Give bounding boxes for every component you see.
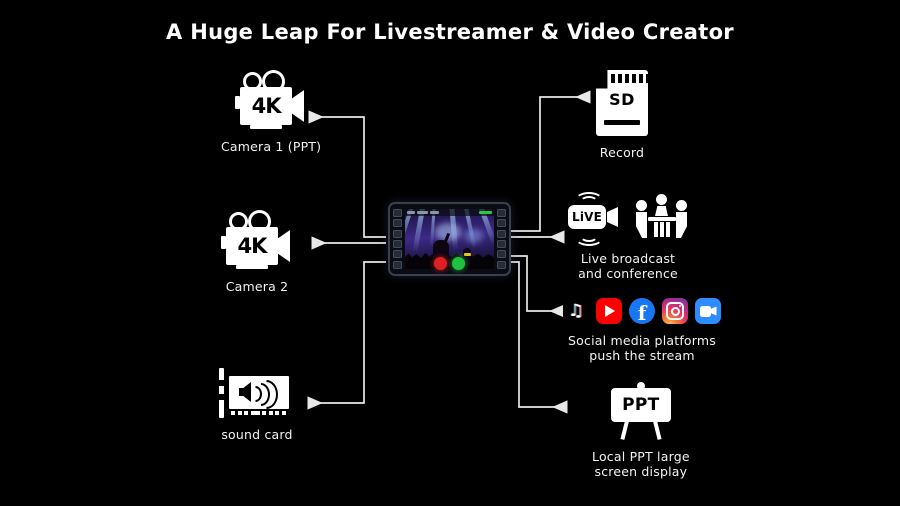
video-switcher-monitor[interactable] xyxy=(388,202,511,276)
card-bracket xyxy=(219,368,224,418)
crowd-silhouette xyxy=(405,251,494,269)
presentation-board-icon: PPT xyxy=(610,382,671,440)
card-bracket-notch xyxy=(219,394,224,400)
camera-2-label: Camera 2 xyxy=(225,279,289,294)
conference-table xyxy=(648,217,676,221)
person-body-icon xyxy=(636,212,647,238)
monitor-right-controls[interactable] xyxy=(495,208,508,270)
record-status-indicator xyxy=(479,211,492,214)
conference-people-icon xyxy=(634,194,690,240)
tiktok-icon[interactable]: ♫ ♫ ♫ xyxy=(563,298,589,324)
arrow-to-sound-card xyxy=(307,261,386,410)
zoom-icon[interactable] xyxy=(695,298,721,324)
camera-resolution-label: 4K xyxy=(251,93,282,118)
record-label: Record xyxy=(599,145,645,160)
person-body-icon xyxy=(676,212,687,238)
diagram-canvas: A Huge Leap For Livestreamer & Video Cre… xyxy=(0,0,900,506)
monitor-screen xyxy=(405,209,494,269)
camera-resolution-label: 4K xyxy=(237,233,268,258)
camera-body: 4K xyxy=(226,227,278,265)
board-leg xyxy=(652,420,662,440)
youtube-icon[interactable] xyxy=(596,298,622,324)
arrow-to-camera-1 xyxy=(308,110,386,238)
video-camera-4k-icon: 4K xyxy=(221,210,293,270)
live-camera-body: LiVE xyxy=(568,205,606,229)
node-live-broadcast[interactable]: LiVE Live broadcast and conference xyxy=(566,192,690,281)
camera-lens-icon xyxy=(291,90,305,122)
camera-stand xyxy=(250,125,283,129)
live-text: LiVE xyxy=(571,210,603,224)
ppt-text: PPT xyxy=(622,394,660,415)
person-head-icon xyxy=(636,200,647,211)
sound-card-label: sound card xyxy=(221,427,293,442)
monitor-status-bar xyxy=(405,209,494,216)
board-leg xyxy=(620,420,629,440)
local-ppt-label: Local PPT large screen display xyxy=(592,449,690,479)
node-sound-card[interactable]: sound card xyxy=(219,368,295,442)
card-bracket-notch xyxy=(219,380,224,386)
person-body-icon xyxy=(655,206,668,216)
live-camera-lens xyxy=(607,207,618,227)
social-media-label: Social media platforms push the stream xyxy=(568,333,716,363)
sd-card-contacts xyxy=(611,74,650,83)
sd-card-icon: SD xyxy=(596,70,650,136)
instagram-icon[interactable] xyxy=(662,298,688,324)
social-icons-row: ♫ ♫ ♫ f xyxy=(563,298,721,324)
monitor-left-controls[interactable] xyxy=(391,208,404,270)
camera-body: 4K xyxy=(240,87,293,125)
arrow-to-local-ppt xyxy=(509,261,568,414)
live-broadcast-label: Live broadcast and conference xyxy=(578,251,678,281)
node-social-media[interactable]: ♫ ♫ ♫ f Social media platforms push the st… xyxy=(563,298,721,363)
sd-card-label-text: SD xyxy=(609,90,635,109)
record-button[interactable] xyxy=(434,257,447,270)
node-local-ppt[interactable]: PPT Local PPT large screen display xyxy=(592,382,690,479)
sd-card-write-bar xyxy=(604,120,640,125)
node-camera-1[interactable]: 4K Camera 1 (PPT) xyxy=(221,70,322,154)
node-camera-2[interactable]: 4K Camera 2 xyxy=(221,210,293,294)
facebook-icon[interactable]: f xyxy=(629,298,655,324)
video-camera-4k-icon: 4K xyxy=(235,70,307,130)
camera-stand xyxy=(236,265,268,269)
board-surface: PPT xyxy=(610,388,671,422)
person-head-icon xyxy=(676,200,687,211)
table-leg xyxy=(666,222,670,237)
play-button[interactable] xyxy=(452,257,465,270)
live-broadcast-icons: LiVE xyxy=(566,192,690,246)
table-leg xyxy=(654,222,658,237)
broadcast-wave-icon xyxy=(580,230,598,242)
card-connector-pins xyxy=(231,411,286,415)
live-camera-icon: LiVE xyxy=(566,192,622,246)
table-leg xyxy=(660,222,664,237)
camera-1-label: Camera 1 (PPT) xyxy=(221,139,322,154)
arrow-to-social-media xyxy=(509,255,565,318)
page-title: A Huge Leap For Livestreamer & Video Cre… xyxy=(166,20,734,44)
person-head-icon xyxy=(656,194,667,205)
node-record[interactable]: SD Record xyxy=(596,70,650,160)
sound-card-icon xyxy=(219,368,295,418)
camera-lens-icon xyxy=(277,230,290,262)
